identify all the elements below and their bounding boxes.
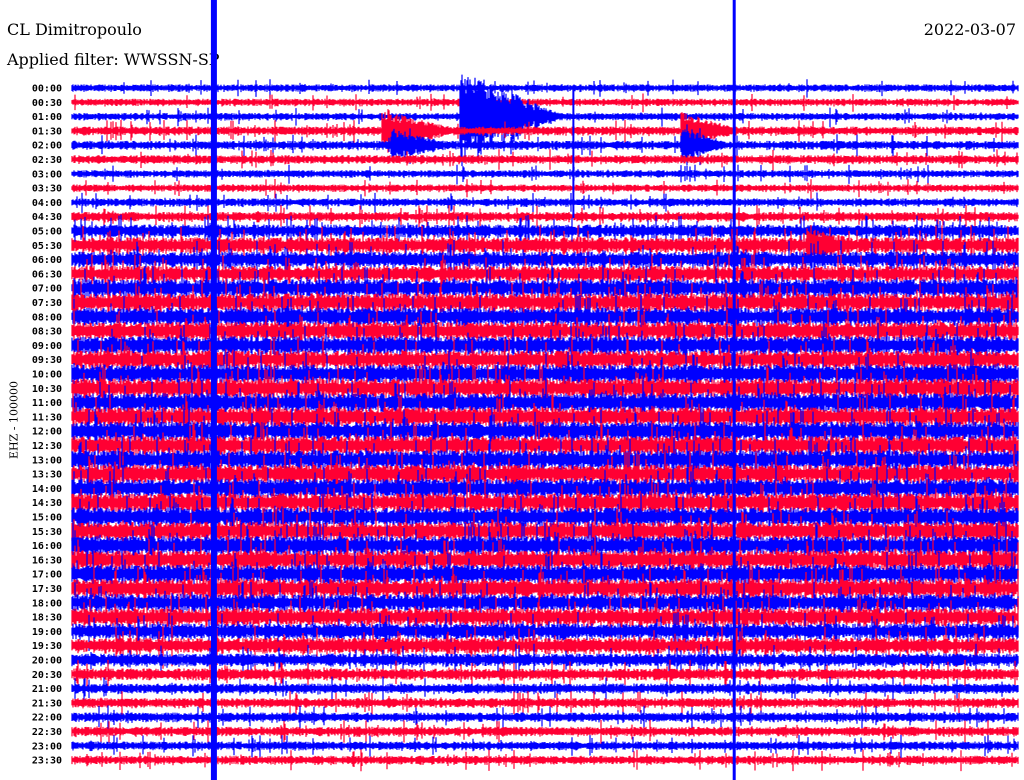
row-time-label: 20:30 (32, 670, 62, 681)
row-time-label: 08:00 (32, 312, 62, 323)
row-time-label: 05:30 (32, 241, 62, 252)
row-time-label: 17:00 (32, 570, 62, 581)
row-time-label: 20:00 (32, 656, 62, 667)
row-time-label: 11:30 (32, 412, 62, 423)
row-time-label: 08:30 (32, 327, 62, 338)
row-time-label: 19:00 (32, 627, 62, 638)
row-time-label: 21:30 (32, 698, 62, 709)
row-time-label: 07:00 (32, 284, 62, 295)
row-time-label: 19:30 (32, 641, 62, 652)
row-time-label: 12:30 (32, 441, 62, 452)
row-time-label: 01:30 (32, 126, 62, 137)
row-time-label: 10:00 (32, 370, 62, 381)
row-time-label: 04:00 (32, 198, 62, 209)
row-time-label: 00:30 (32, 98, 62, 109)
row-time-label: 16:00 (32, 541, 62, 552)
row-time-label: 15:00 (32, 513, 62, 524)
row-time-label: 07:30 (32, 298, 62, 309)
row-time-label: 12:00 (32, 427, 62, 438)
row-time-label: 18:00 (32, 598, 62, 609)
row-time-label: 22:00 (32, 713, 62, 724)
row-time-label: 02:30 (32, 155, 62, 166)
row-time-label: 15:30 (32, 527, 62, 538)
row-time-label: 14:00 (32, 484, 62, 495)
vertical-marker (572, 88, 575, 218)
row-time-label: 01:00 (32, 112, 62, 123)
row-time-label: 21:00 (32, 684, 62, 695)
row-time-label: 05:00 (32, 227, 62, 238)
vertical-marker (210, 0, 217, 780)
helicorder-plot: 00:00 00:30 01:00 01:30 02:00 02:30 03:00 03:30… (32, 0, 1019, 780)
row-time-label: 14:30 (32, 498, 62, 509)
row-time-label: 06:00 (32, 255, 62, 266)
row-time-label: 09:30 (32, 355, 62, 366)
row-time-label: 03:00 (32, 169, 62, 180)
row-time-label: 23:00 (32, 741, 62, 752)
row-time-label: 10:30 (32, 384, 62, 395)
row-time-label: 11:00 (32, 398, 62, 409)
row-time-label: 03:30 (32, 184, 62, 195)
vertical-marker (732, 0, 736, 780)
row-time-label: 13:00 (32, 455, 62, 466)
row-time-label: 18:30 (32, 613, 62, 624)
row-time-label: 09:00 (32, 341, 62, 352)
row-time-label: 17:30 (32, 584, 62, 595)
row-time-label: 06:30 (32, 269, 62, 280)
row-time-label: 04:30 (32, 212, 62, 223)
row-time-label: 02:00 (32, 141, 62, 152)
row-time-label: 23:30 (32, 756, 62, 767)
row-time-label: 13:30 (32, 470, 62, 481)
row-time-label: 16:30 (32, 555, 62, 566)
row-time-label: 22:30 (32, 727, 62, 738)
row-time-label: 00:00 (32, 84, 62, 95)
